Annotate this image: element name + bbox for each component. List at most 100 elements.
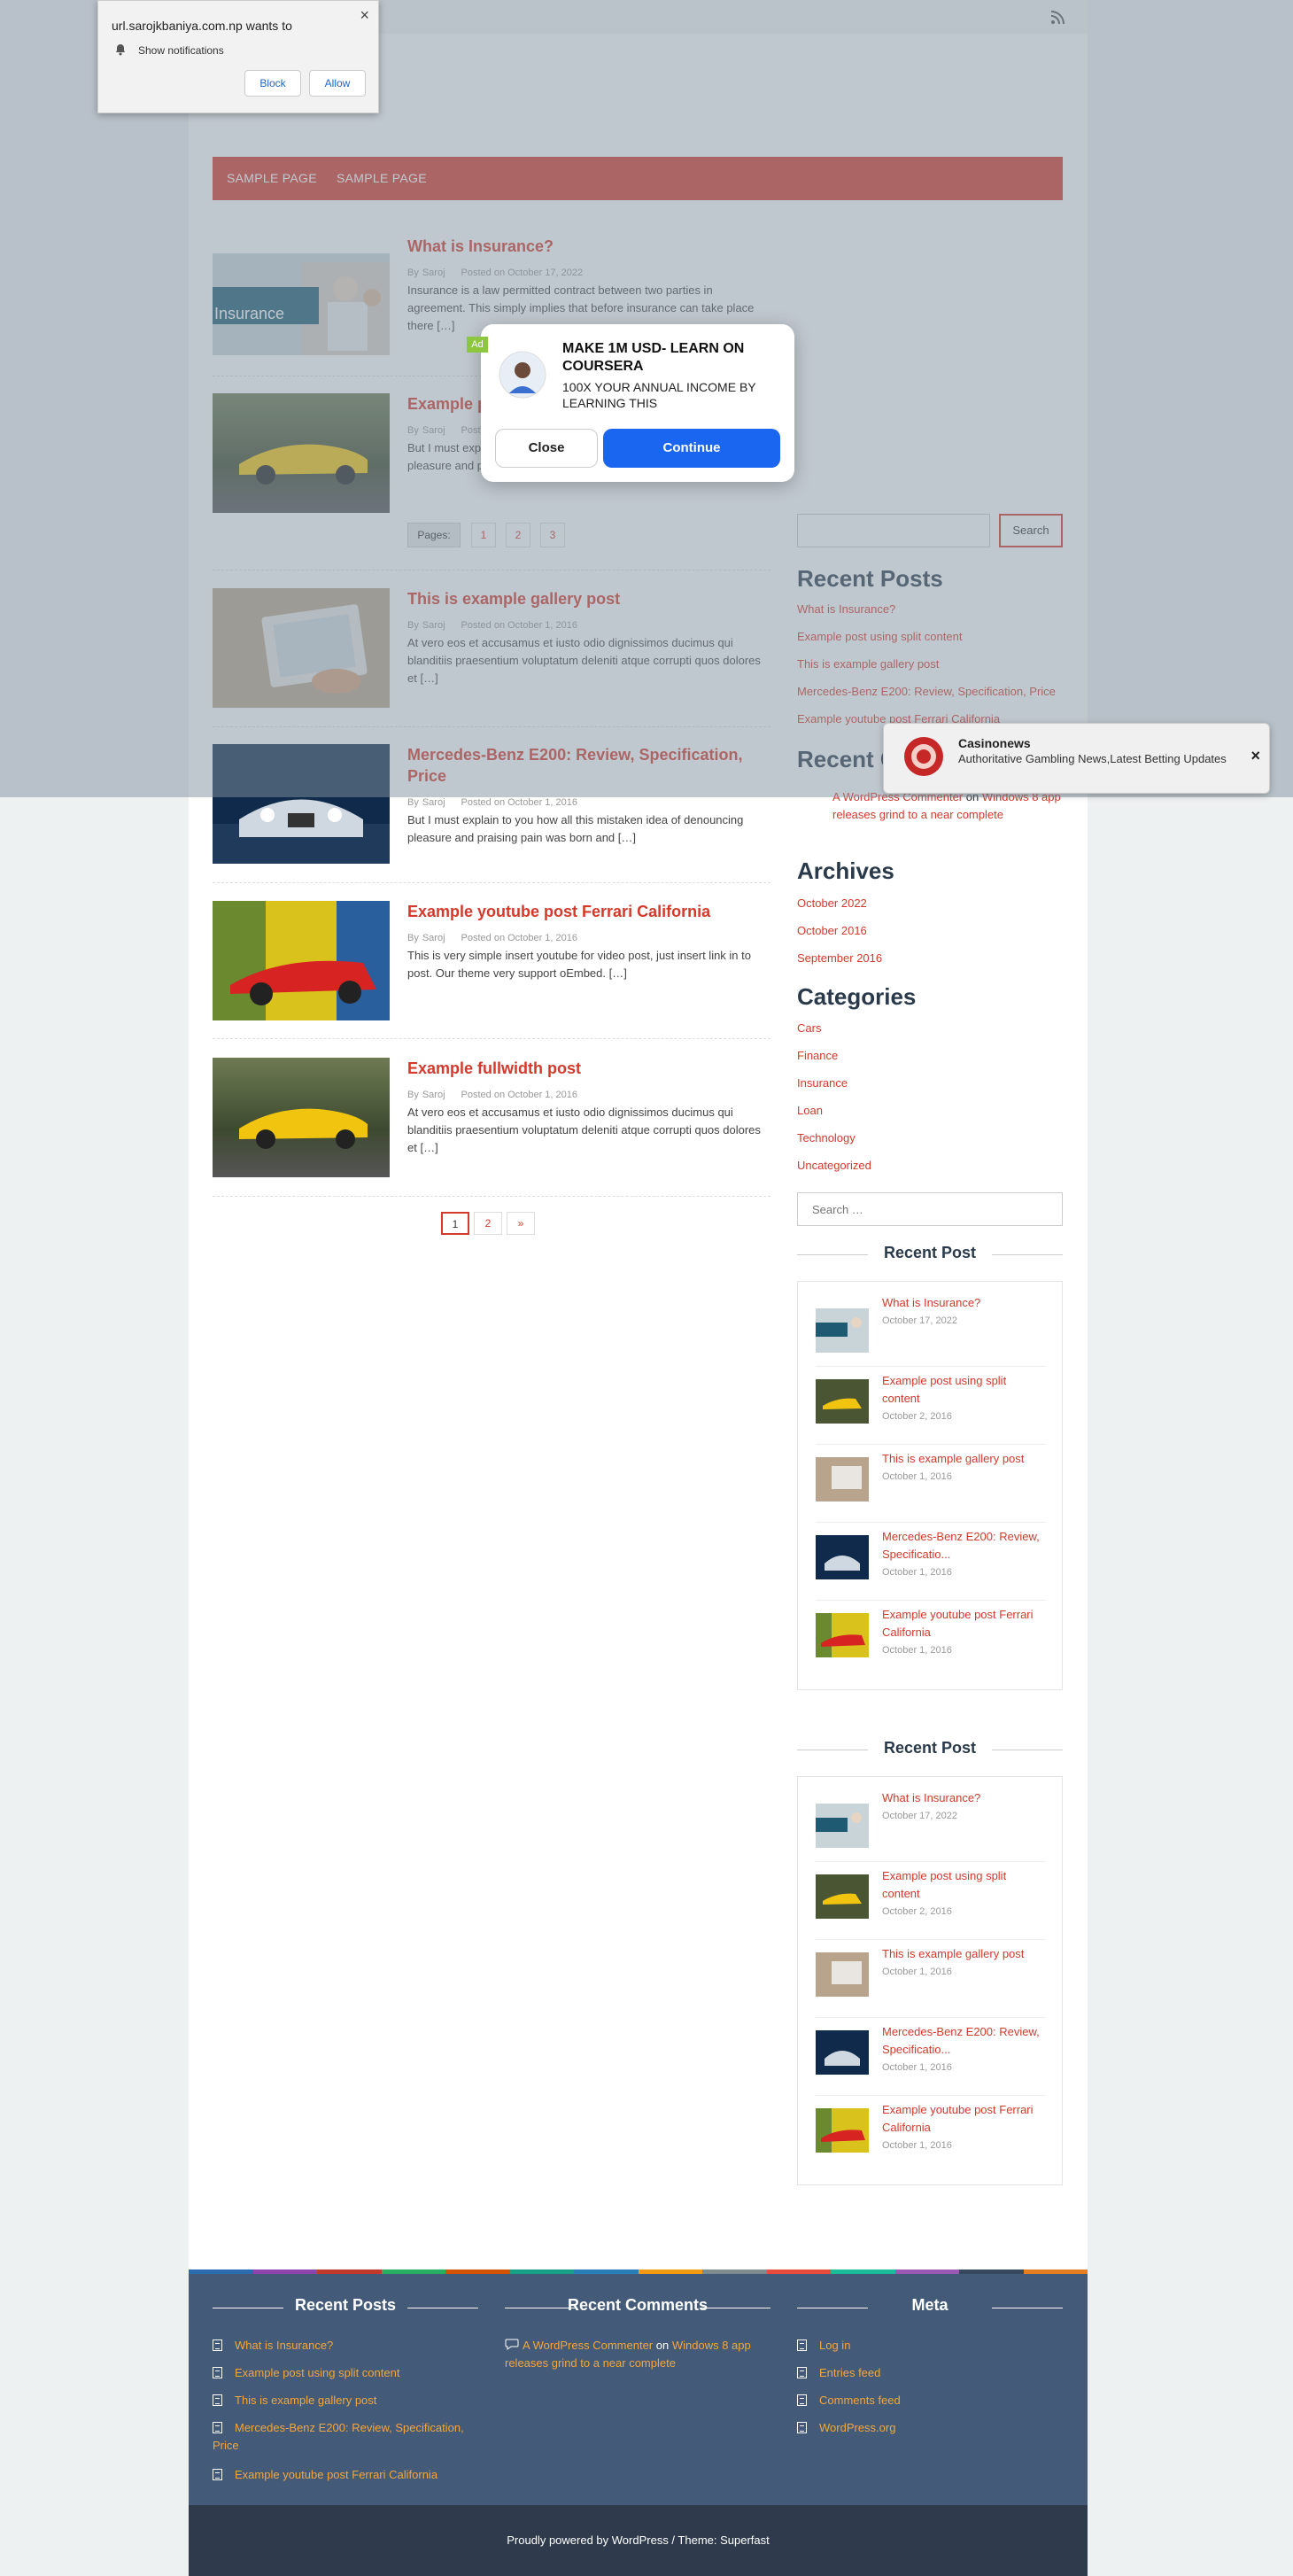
ad-body: 100X YOUR ANNUAL INCOME BY LEARNING THIS <box>562 380 756 410</box>
pagination-link[interactable]: 2 <box>474 1212 502 1235</box>
document-icon <box>797 2422 807 2433</box>
close-icon[interactable]: × <box>1250 747 1260 765</box>
recent-post-item[interactable]: Example youtube post Ferrari California … <box>816 1601 1046 1679</box>
post-excerpt: This is very simple insert youtube for v… <box>407 949 751 980</box>
footer-recent-post[interactable]: Example youtube post Ferrari California <box>213 2466 478 2484</box>
recent-post-date: October 1, 2016 <box>882 1471 952 1482</box>
divider <box>213 882 770 883</box>
recent-post-item[interactable]: This is example gallery post October 1, … <box>816 1445 1046 1523</box>
categories-heading: Categories <box>797 983 917 1010</box>
footer-recent-post[interactable]: Example post using split content <box>213 2364 478 2382</box>
divider <box>213 1196 770 1197</box>
recent-post-thumb <box>816 1308 869 1353</box>
notification-permission-popup: url.sarojkbaniya.com.np wants to × Show … <box>97 0 379 113</box>
recent-post-widget: What is Insurance? October 17, 2022 Exam… <box>797 1776 1063 2185</box>
recent-post-title[interactable]: Example youtube post Ferrari California <box>882 2101 1046 2137</box>
ad-modal: Ad MAKE 1M USD- LEARN ON COURSERA 100X Y… <box>467 324 794 482</box>
archive-link[interactable]: October 2016 <box>797 924 867 937</box>
block-button[interactable]: Block <box>244 70 301 97</box>
category-link[interactable]: Insurance <box>797 1076 848 1090</box>
document-icon <box>797 2394 807 2406</box>
post-item: Example youtube post Ferrari California … <box>213 901 770 1020</box>
post-thumbnail[interactable] <box>213 901 390 1020</box>
recent-post-item[interactable]: Mercedes-Benz E200: Review, Specificatio… <box>816 2018 1046 2096</box>
footer-meta-link[interactable]: WordPress.org <box>797 2419 895 2437</box>
post-author[interactable]: Saroj <box>422 797 445 808</box>
document-icon <box>213 2339 222 2351</box>
casino-logo-icon <box>904 737 943 776</box>
pagination-next[interactable]: » <box>507 1212 535 1235</box>
footer-meta-link[interactable]: Comments feed <box>797 2392 901 2409</box>
document-icon <box>213 2394 222 2406</box>
category-link[interactable]: Finance <box>797 1049 838 1062</box>
recent-post-item[interactable]: This is example gallery post October 1, … <box>816 1940 1046 2018</box>
document-icon <box>213 2422 222 2433</box>
toast-title: Casinonews <box>958 736 1031 750</box>
recent-post-date: October 17, 2022 <box>882 1315 958 1326</box>
category-link[interactable]: Technology <box>797 1131 856 1144</box>
post-thumbnail[interactable] <box>213 1058 390 1177</box>
archive-link[interactable]: October 2022 <box>797 896 867 910</box>
recent-post-title[interactable]: Mercedes-Benz E200: Review, Specificatio… <box>882 1528 1046 1563</box>
recent-post-item[interactable]: What is Insurance? October 17, 2022 <box>816 1784 1046 1862</box>
recent-post-title[interactable]: Mercedes-Benz E200: Review, Specificatio… <box>882 2023 1046 2059</box>
footer-credit: Proudly powered by WordPress / Theme: Su… <box>189 2505 1088 2576</box>
ad-badge: Ad <box>467 337 488 353</box>
document-icon <box>213 2469 222 2480</box>
footer-meta-heading: Meta <box>797 2296 1063 2315</box>
allow-button[interactable]: Allow <box>309 70 366 97</box>
post-title[interactable]: Example fullwidth post <box>407 1058 770 1079</box>
post-author-prefix: By <box>407 933 419 943</box>
recent-post-item[interactable]: Example post using split content October… <box>816 1367 1046 1445</box>
recent-post-item[interactable]: What is Insurance? October 17, 2022 <box>816 1289 1046 1367</box>
pagination-current[interactable]: 1 <box>441 1212 469 1235</box>
close-icon[interactable]: × <box>360 6 369 25</box>
post-title[interactable]: Example youtube post Ferrari California <box>407 901 770 922</box>
post-author[interactable]: Saroj <box>422 933 445 943</box>
recent-post-item[interactable]: Example youtube post Ferrari California … <box>816 2096 1046 2174</box>
bell-icon <box>116 44 125 56</box>
recent-post-title[interactable]: Example youtube post Ferrari California <box>882 1606 1046 1641</box>
recent-post-title[interactable]: Example post using split content <box>882 1867 1046 1903</box>
post-author[interactable]: Saroj <box>422 1090 445 1100</box>
recent-post-item[interactable]: Example post using split content October… <box>816 1862 1046 1940</box>
footer-comment-author[interactable]: A WordPress Commenter <box>523 2339 653 2352</box>
recent-post-title[interactable]: This is example gallery post <box>882 1450 1046 1468</box>
recent-post-title[interactable]: What is Insurance? <box>882 1294 1046 1312</box>
post-item: Example fullwidth post By Saroj Posted on … <box>213 1058 770 1177</box>
footer-recent-post[interactable]: Mercedes-Benz E200: Review, Specificatio… <box>213 2419 478 2455</box>
recent-post-thumb <box>816 1804 869 1848</box>
footer-meta-link[interactable]: Entries feed <box>797 2364 880 2382</box>
category-link[interactable]: Uncategorized <box>797 1159 871 1172</box>
recent-post-title[interactable]: Example post using split content <box>882 1372 1046 1408</box>
recent-post-date: October 1, 2016 <box>882 2140 952 2151</box>
post-author-prefix: By <box>407 1090 419 1100</box>
footer-recent-post[interactable]: What is Insurance? <box>213 2337 478 2355</box>
comment-bubble-icon <box>505 2339 519 2350</box>
recent-post-date: October 2, 2016 <box>882 1411 952 1422</box>
archives-heading: Archives <box>797 857 894 884</box>
recent-post-item[interactable]: Mercedes-Benz E200: Review, Specificatio… <box>816 1523 1046 1601</box>
widget-search-input[interactable] <box>797 1192 1063 1226</box>
recent-post-thumb <box>816 1535 869 1579</box>
push-toast[interactable]: Casinonews Authoritative Gambling News,L… <box>883 723 1270 794</box>
footer-recent-post[interactable]: This is example gallery post <box>213 2392 478 2409</box>
footer-meta-link[interactable]: Log in <box>797 2337 850 2355</box>
recent-post-title[interactable]: What is Insurance? <box>882 1789 1046 1807</box>
recent-post-title[interactable]: This is example gallery post <box>882 1945 1046 1963</box>
document-icon <box>797 2339 807 2351</box>
ad-continue-button[interactable]: Continue <box>603 429 780 468</box>
post-date: Posted on October 1, 2016 <box>461 1090 578 1100</box>
notification-prompt: url.sarojkbaniya.com.np wants to <box>112 19 292 33</box>
archive-link[interactable]: September 2016 <box>797 951 882 965</box>
post-excerpt: At vero eos et accusamus et iusto odio d… <box>407 1106 761 1154</box>
recent-post-thumb <box>816 2030 869 2075</box>
category-link[interactable]: Cars <box>797 1021 821 1035</box>
ad-close-button[interactable]: Close <box>495 429 598 468</box>
divider <box>213 1038 770 1039</box>
recent-post-thumb <box>816 1613 869 1657</box>
recent-post-heading: Recent Post <box>797 1244 1063 1262</box>
recent-post-date: October 1, 2016 <box>882 1967 952 1977</box>
category-link[interactable]: Loan <box>797 1104 823 1117</box>
recent-post-thumb <box>816 1457 869 1501</box>
